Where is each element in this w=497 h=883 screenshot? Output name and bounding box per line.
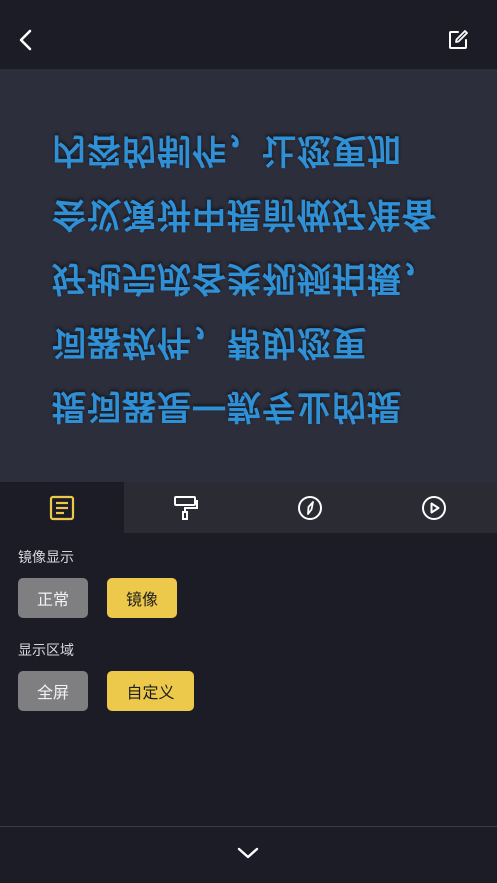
preview-line: 词器软件，帮助您更 bbox=[52, 322, 367, 362]
area-section-label: 显示区域 bbox=[18, 643, 74, 659]
mirror-normal-button[interactable]: 正常 bbox=[18, 578, 88, 618]
play-circle-icon bbox=[422, 495, 446, 520]
mirror-section-label: 镜像显示 bbox=[18, 550, 74, 566]
top-bar bbox=[0, 0, 497, 69]
preview-line: 好地完成各类视频拍摄， bbox=[52, 258, 437, 298]
settings-tab-bar bbox=[0, 482, 497, 533]
paint-roller-icon bbox=[174, 495, 198, 520]
tab-text[interactable] bbox=[0, 482, 124, 533]
preview-line: 提词器是一款专业的提 bbox=[52, 386, 402, 426]
area-custom-button[interactable]: 自定义 bbox=[107, 671, 194, 711]
preview-line: 会议演讲中提前做好准备 bbox=[52, 194, 437, 234]
area-fullscreen-button[interactable]: 全屏 bbox=[18, 671, 88, 711]
chevron-left-icon bbox=[19, 29, 32, 51]
mirror-mirrored-button[interactable]: 镜像 bbox=[107, 578, 177, 618]
chevron-down-icon bbox=[237, 847, 259, 859]
mirrored-text-block: 提词器是一款专业的提 词器软件，帮助您更 好地完成各类视频拍摄， 会议演讲中提前… bbox=[0, 127, 497, 427]
teleprompter-preview: 提词器是一款专业的提 词器软件，帮助您更 好地完成各类视频拍摄， 会议演讲中提前… bbox=[0, 69, 497, 482]
compass-icon bbox=[298, 495, 322, 520]
edit-icon bbox=[449, 30, 468, 49]
text-icon bbox=[49, 495, 75, 520]
tab-style[interactable] bbox=[124, 482, 248, 533]
preview-line: 内容的制作，让您更加 bbox=[52, 130, 402, 170]
tab-playback[interactable] bbox=[372, 482, 496, 533]
footer-divider bbox=[0, 826, 497, 827]
back-button[interactable] bbox=[6, 20, 46, 60]
edit-button[interactable] bbox=[438, 20, 478, 60]
tab-speed[interactable] bbox=[248, 482, 372, 533]
collapse-panel-button[interactable] bbox=[228, 833, 268, 873]
